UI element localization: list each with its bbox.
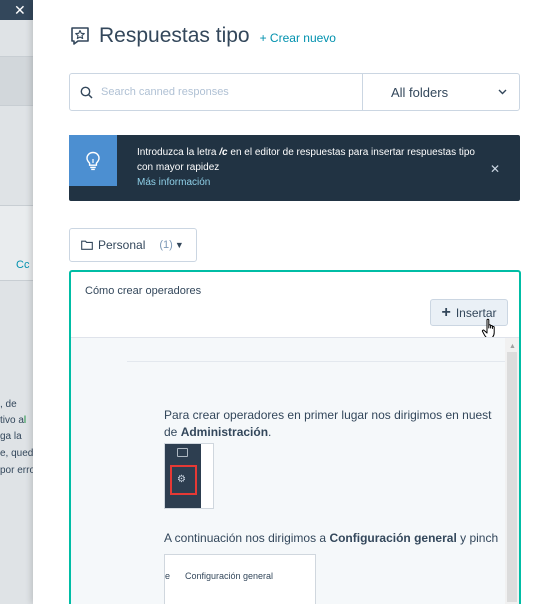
banner-text: Introduzca la letra /c en el editor de r…	[117, 135, 497, 201]
preview-paragraph: A continuación nos dirigimos a Configura…	[164, 531, 504, 545]
create-new-link[interactable]: + Crear nuevo	[260, 31, 336, 45]
preview-bold-text: Administración	[180, 425, 269, 439]
chevron-down-icon	[498, 89, 507, 95]
preview-scrollbar[interactable]: ▲	[505, 338, 519, 604]
preview-image-settings: e Configuración general	[164, 554, 316, 604]
background-text: e, queda	[0, 448, 33, 459]
background-band	[0, 56, 33, 106]
preview-text: .	[268, 425, 272, 439]
folder-filter-select[interactable]: All folders	[362, 74, 519, 110]
search-input[interactable]	[101, 86, 341, 98]
background-text: ga la	[0, 431, 22, 442]
preview-bold-text: Configuración general	[329, 531, 457, 545]
panel-header: Respuestas tipo + Crear nuevo	[69, 24, 336, 48]
gear-icon: ⚙	[177, 474, 186, 485]
preview-paragraph: Para crear operadores en primer lugar no…	[164, 407, 504, 441]
page-title: Respuestas tipo	[99, 24, 250, 47]
banner-icon-box	[69, 135, 117, 186]
search-icon	[80, 86, 93, 99]
folder-count: (1)	[159, 239, 173, 251]
background-page: ✕ Cc , de tivo al ga la e, queda por err…	[0, 0, 33, 604]
background-text: , de	[0, 399, 17, 410]
canned-responses-panel: Respuestas tipo + Crear nuevo All folder…	[33, 0, 535, 604]
preview-text: de	[164, 425, 181, 439]
scroll-thumb[interactable]	[507, 352, 517, 602]
response-preview: Para crear operadores en primer lugar no…	[71, 337, 519, 604]
preview-image-sidebar: ⚙	[164, 443, 214, 509]
canned-response-icon	[71, 27, 89, 45]
close-icon[interactable]: ✕	[490, 162, 500, 176]
preview-text: A continuación nos dirigimos a	[164, 531, 330, 545]
banner-shortcut: /c	[219, 147, 228, 158]
search-row: All folders	[69, 73, 520, 111]
folder-filter-label: All folders	[391, 84, 449, 100]
lightbulb-icon	[86, 151, 100, 170]
chevron-down-icon: ▼	[174, 240, 184, 250]
preview-text: Para crear operadores en primer lugar no…	[164, 408, 492, 422]
chart-icon	[177, 448, 188, 457]
background-text: tivo al	[0, 415, 27, 426]
card-title: Cómo crear operadores	[85, 285, 202, 297]
plus-icon: +	[441, 303, 451, 321]
folder-name: Personal	[98, 238, 146, 252]
more-info-link[interactable]: Más información	[137, 175, 475, 190]
info-banner: Introduzca la letra /c en el editor de r…	[69, 135, 520, 201]
sidebar-screenshot: ⚙	[165, 444, 201, 508]
canned-response-card[interactable]: Cómo crear operadores + Insertar Para cr…	[69, 270, 521, 604]
close-icon[interactable]: ✕	[0, 0, 33, 20]
preview-image-text: e	[165, 571, 171, 581]
search-box	[70, 74, 362, 110]
banner-text-part: Introduzca la letra	[137, 147, 220, 158]
preview-text: y pinch	[456, 531, 499, 545]
background-text: por erro	[0, 465, 33, 476]
folder-icon	[81, 240, 93, 250]
scroll-up-icon[interactable]: ▲	[509, 343, 516, 350]
cc-link[interactable]: Cc	[16, 259, 29, 271]
divider	[127, 361, 507, 362]
folder-dropdown[interactable]: Personal (1) ▼	[69, 228, 197, 262]
preview-image-text: Configuración general	[185, 571, 274, 581]
